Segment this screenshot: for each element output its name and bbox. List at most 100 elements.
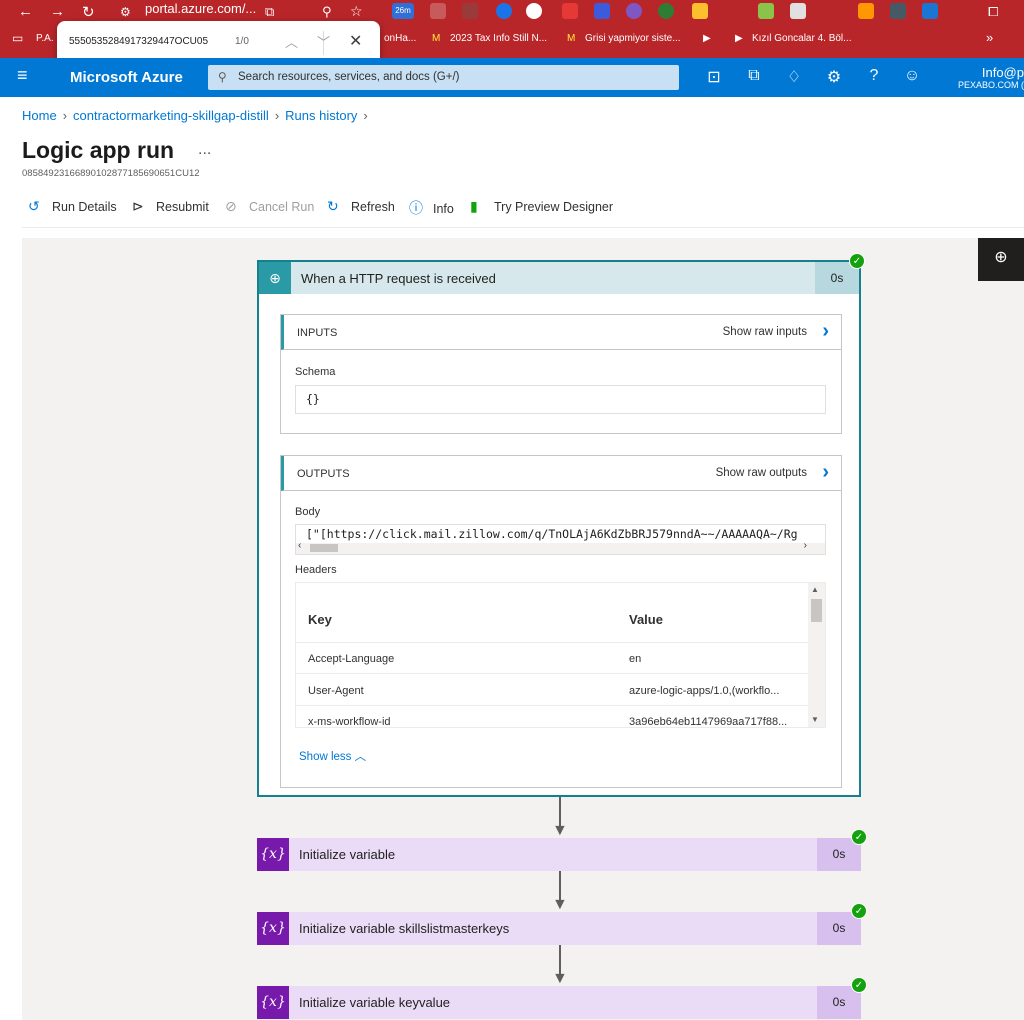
header-key: x-ms-workflow-id [308,716,391,728]
success-check-icon: ✓ [851,977,867,993]
extensions-puzzle-icon[interactable]: ⧠ [988,4,998,20]
extension-icon[interactable] [496,3,512,19]
extension-icon[interactable] [430,3,446,19]
scroll-down-icon[interactable]: ▼ [811,715,819,724]
scroll-thumb[interactable] [310,544,338,552]
portal-menu-icon[interactable]: ≡ [17,65,28,86]
find-next-icon[interactable]: ﹀ [317,32,330,51]
site-info-icon[interactable]: ⚙ [120,5,131,19]
cancel-icon: ⊘ [225,198,237,214]
preview-label: Try Preview Designer [494,200,614,214]
success-check-icon: ✓ [851,829,867,845]
extension-icon[interactable] [526,3,542,19]
header-value: 3a96eb64eb1147969aa717f88... [629,716,788,728]
feedback-icon[interactable]: ☺ [902,67,922,85]
zoom-icon[interactable]: ⚲ [322,4,332,20]
cancel-run-button[interactable]: ⊘ Cancel Run [225,198,314,220]
account-org: PEXABO.COM ( [957,80,1024,90]
extension-icon[interactable] [562,3,578,19]
column-value: Value [629,612,663,627]
run-details-button[interactable]: ↺ Run Details [28,198,117,220]
breadcrumb-runs-history[interactable]: Runs history [285,108,357,123]
vertical-scrollbar[interactable]: ▲ ▼ [808,583,825,727]
initialize-variable-skillslistmasterkeys-card[interactable]: {x} Initialize variable skillslistmaster… [257,903,867,945]
http-request-icon: ⊕ [259,262,291,294]
breadcrumb-home[interactable]: Home [22,108,57,123]
directory-filter-icon[interactable]: ⧉ [744,67,764,85]
try-preview-designer-button[interactable]: ▮ Try Preview Designer [470,198,613,220]
inputs-label: INPUTS [297,327,338,339]
extension-icon[interactable] [758,3,774,19]
account-name: Info@p [981,65,1024,80]
show-raw-inputs-link[interactable]: Show raw inputs [723,326,807,338]
zoom-in-icon[interactable]: ⊕ [978,238,1024,281]
resubmit-button[interactable]: ⊳ Resubmit [132,198,209,220]
settings-gear-icon[interactable]: ⚙ [824,67,844,87]
grammarly-icon[interactable] [658,3,674,19]
azure-brand[interactable]: Microsoft Azure [70,69,183,86]
extension-icon[interactable] [890,3,906,19]
extension-icon[interactable] [922,3,938,19]
find-input[interactable]: 5550535284917329447OCU05 [69,36,208,47]
youtube-icon: ▶ [735,33,743,44]
show-raw-outputs-link[interactable]: Show raw outputs [716,467,807,479]
step-header[interactable]: {x} Initialize variable 0s ✓ [257,829,867,871]
schema-value-box[interactable]: {} [295,385,826,414]
account-menu[interactable]: Info@p PEXABO.COM ( [958,65,1024,90]
bookmark-item[interactable]: Grisi yapmiyor siste... [585,33,681,44]
step-header[interactable]: {x} Initialize variable keyvalue 0s ✓ [257,977,867,1019]
cloud-shell-icon[interactable]: ⊡ [704,67,724,87]
initialize-variable-card[interactable]: {x} Initialize variable 0s ✓ [257,829,867,871]
scroll-up-icon[interactable]: ▲ [811,585,819,594]
step-header[interactable]: ⊕ When a HTTP request is received 0s ✓ [259,253,865,294]
headers-table: Key Value Accept-Language en User-Agent … [295,582,826,728]
chevron-right-icon[interactable]: › [822,320,829,343]
chevron-right-icon[interactable]: › [822,461,829,484]
chevron-right-icon: › [62,108,68,123]
http-trigger-card[interactable]: ⊕ When a HTTP request is received 0s ✓ I… [257,253,865,797]
bookmark-star-icon[interactable]: ☆ [350,3,363,20]
help-icon[interactable]: ? [864,67,884,85]
extension-icon[interactable] [594,3,610,19]
bookmark-item[interactable]: P.A. [36,33,54,44]
gmail-icon: M [432,33,441,44]
bookmark-item[interactable]: Kızıl Goncalar 4. Böl... [752,33,852,44]
global-search[interactable]: ⚲ Search resources, services, and docs (… [208,65,679,90]
extension-icon[interactable] [858,3,874,19]
success-check-icon: ✓ [851,903,867,919]
open-external-icon[interactable]: ⧉ [265,4,274,20]
extension-timer-icon[interactable]: 26m [392,3,414,19]
scroll-left-icon[interactable]: ‹ [298,540,301,551]
find-close-icon[interactable]: ✕ [349,31,362,51]
more-options-button[interactable]: ... [198,141,211,159]
variable-icon: {x} [257,838,289,871]
extension-icon[interactable] [462,3,478,19]
scroll-thumb[interactable] [811,599,822,622]
breadcrumb-logic-app[interactable]: contractormarketing-skillgap-distill [73,108,269,123]
info-button[interactable]: ⓘ Info [409,198,454,220]
more-bookmarks-button[interactable]: » [986,30,993,45]
horizontal-scrollbar[interactable]: ‹ › [296,540,825,554]
refresh-button[interactable]: ↻ Refresh [327,198,395,220]
scroll-right-icon[interactable]: › [804,540,807,551]
azure-top-bar: ≡ Microsoft Azure ⚲ Search resources, se… [0,58,1024,97]
cancel-run-label: Cancel Run [249,200,315,214]
reload-icon[interactable]: ↻ [82,3,95,21]
chevron-right-icon: › [274,108,280,123]
back-icon[interactable]: ← [18,3,33,20]
find-previous-icon[interactable]: ︿ [285,32,298,51]
forward-icon[interactable]: → [50,3,65,20]
extension-icon[interactable] [626,3,642,19]
extension-icon[interactable] [790,3,806,19]
step-header[interactable]: {x} Initialize variable skillslistmaster… [257,903,867,945]
bookmark-item[interactable]: 2023 Tax Info Still N... [450,33,547,44]
outputs-section: OUTPUTS Show raw outputs › Body ["[https… [280,455,842,788]
address-bar-url[interactable]: portal.azure.com/... [145,1,256,16]
variable-icon: {x} [257,912,289,945]
bookmark-item[interactable]: onHa... [384,33,416,44]
notifications-bell-icon[interactable]: ♢ [784,67,804,87]
body-value-box[interactable]: ["[https://click.mail.zillow.com/q/TnOLA… [295,524,826,555]
extension-icon[interactable] [692,3,708,19]
show-less-link[interactable]: Show less ︿ [299,748,366,764]
initialize-variable-keyvalue-card[interactable]: {x} Initialize variable keyvalue 0s ✓ [257,977,867,1019]
